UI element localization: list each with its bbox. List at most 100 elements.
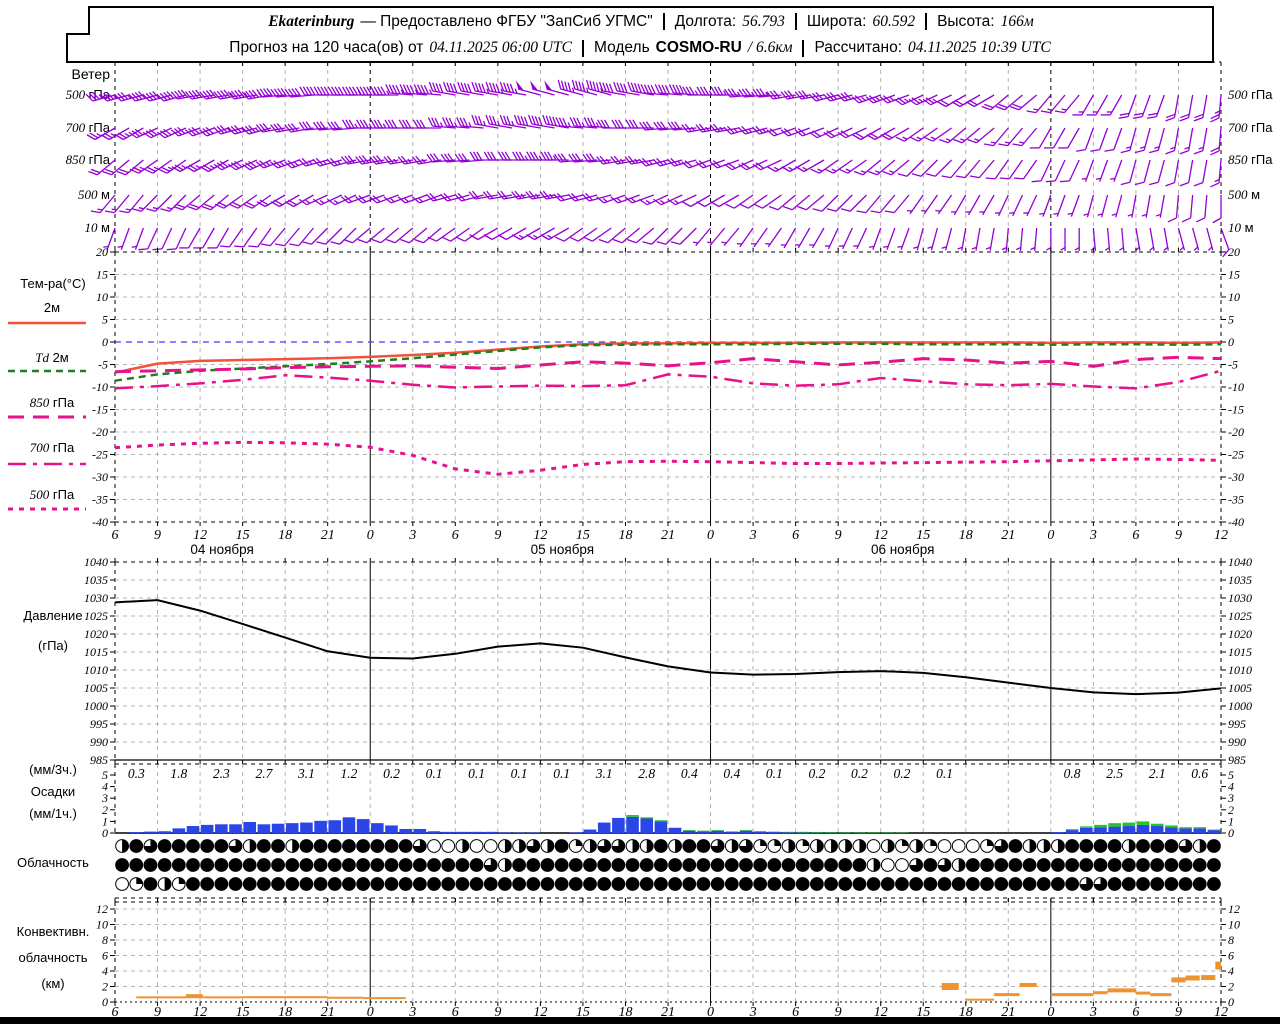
svg-text:3.1: 3.1 <box>297 766 315 781</box>
svg-text:0.2: 0.2 <box>383 766 400 781</box>
svg-text:1010: 1010 <box>84 663 108 677</box>
calc-time: 04.11.2025 10:39 UTC <box>908 39 1051 56</box>
svg-text:0.8: 0.8 <box>1064 766 1081 781</box>
svg-text:500 м: 500 м <box>1228 187 1260 202</box>
svg-text:0: 0 <box>707 528 714 543</box>
svg-text:1000: 1000 <box>1228 699 1252 713</box>
pressure-label-line1: Давление <box>23 608 83 623</box>
model-resolution: / 6.6км <box>747 39 793 56</box>
svg-text:-20: -20 <box>1228 425 1244 439</box>
svg-text:0.1: 0.1 <box>511 766 528 781</box>
precip-label-mm1h: (мм/1ч.) <box>29 806 77 821</box>
temp-series-700гПа <box>114 369 1222 390</box>
svg-text:3: 3 <box>1089 528 1097 543</box>
cloud-row-2 <box>115 858 1221 872</box>
svg-text:0: 0 <box>367 528 374 543</box>
svg-text:18: 18 <box>278 528 292 543</box>
wind-panel: 500 гПа 500 гПа700 гПа 700 гПа850 гПа 850 г… <box>66 61 1273 252</box>
svg-text:10: 10 <box>96 290 108 304</box>
time-axis-labels: 6 9 12 15 18 21 0 3 6 9 12 15 18 21 0 3 6 9 12 15 18 21 0 3 6 9 12… <box>112 528 1229 557</box>
wind-barbs-10м <box>103 227 1230 258</box>
temp-panel-title: Тем-ра(°C) <box>20 276 86 291</box>
svg-text:12: 12 <box>1214 528 1228 543</box>
svg-text:2.7: 2.7 <box>255 766 273 781</box>
svg-text:15: 15 <box>1228 268 1240 282</box>
svg-text:995: 995 <box>1228 717 1246 731</box>
svg-text:700 гПа: 700 гПа <box>30 440 75 455</box>
svg-text:0: 0 <box>102 995 108 1009</box>
svg-text:06 ноября: 06 ноября <box>871 542 934 557</box>
wind-barbs-500м <box>90 190 1222 224</box>
header-separator-icon <box>794 13 797 30</box>
cloud-row-3 <box>115 877 1221 891</box>
svg-text:0.1: 0.1 <box>766 766 783 781</box>
svg-text:990: 990 <box>90 735 108 749</box>
longitude-value: 56.793 <box>742 12 785 30</box>
svg-text:995: 995 <box>90 717 108 731</box>
svg-text:1000: 1000 <box>84 699 108 713</box>
svg-text:Td 2м: Td 2м <box>35 350 69 365</box>
svg-text:6: 6 <box>1228 949 1234 963</box>
svg-text:1040: 1040 <box>1228 555 1252 569</box>
pressure-panel <box>114 558 1222 761</box>
svg-text:5: 5 <box>1228 768 1234 782</box>
svg-text:-5: -5 <box>98 358 108 372</box>
svg-text:18: 18 <box>959 528 973 543</box>
svg-text:0.4: 0.4 <box>723 766 740 781</box>
svg-text:0.6: 0.6 <box>1191 766 1208 781</box>
svg-text:18: 18 <box>618 528 632 543</box>
svg-text:-35: -35 <box>1228 493 1244 507</box>
svg-text:10: 10 <box>1228 918 1240 932</box>
latitude-label: Широта: <box>806 12 867 30</box>
svg-text:-10: -10 <box>1228 380 1244 394</box>
svg-text:6: 6 <box>112 528 119 543</box>
svg-text:1010: 1010 <box>1228 663 1252 677</box>
svg-text:12: 12 <box>193 528 207 543</box>
svg-text:1035: 1035 <box>1228 573 1252 587</box>
precip-1h-bars <box>129 815 1221 833</box>
svg-text:2.1: 2.1 <box>1149 766 1166 781</box>
svg-text:15: 15 <box>576 528 590 543</box>
svg-text:1030: 1030 <box>1228 591 1252 605</box>
conv-label-line1: Конвективн. <box>16 924 90 939</box>
header-line-1: Ekaterinburg — Предоставлено ФГБУ "ЗапСи… <box>88 6 1214 35</box>
svg-text:985: 985 <box>1228 753 1246 767</box>
svg-text:700 гПа: 700 гПа <box>1228 120 1273 135</box>
meteogram-page: Ekaterinburg — Предоставлено ФГБУ "ЗапСи… <box>0 0 1280 1024</box>
pressure-label-line2: (гПа) <box>38 638 68 653</box>
svg-text:850 гПа: 850 гПа <box>1228 152 1273 167</box>
svg-text:500 гПа: 500 гПа <box>30 487 75 502</box>
svg-text:0: 0 <box>102 335 108 349</box>
conv-label-line3: (км) <box>41 976 65 991</box>
svg-text:2.3: 2.3 <box>213 766 230 781</box>
svg-text:-25: -25 <box>92 448 108 462</box>
svg-text:850 гПа: 850 гПа <box>66 152 111 167</box>
wind-panel-title: Ветер <box>71 66 111 82</box>
conv-segments <box>136 961 1221 1001</box>
svg-text:5: 5 <box>102 313 108 327</box>
conv-label-line2: облачность <box>18 950 88 965</box>
svg-text:-30: -30 <box>1228 470 1244 484</box>
svg-text:1015: 1015 <box>1228 645 1252 659</box>
model-label: Модель <box>594 39 650 56</box>
svg-text:20: 20 <box>96 245 108 259</box>
meteogram-plot: 500 гПа 500 гПа 700 гПа 700 гПа 850 гПа 850 г… <box>0 61 1280 1024</box>
svg-text:21: 21 <box>1001 528 1015 543</box>
svg-text:500 м: 500 м <box>78 187 110 202</box>
precip-label-title: Осадки <box>30 784 76 799</box>
svg-text:12: 12 <box>874 528 888 543</box>
header-separator-icon <box>925 13 928 30</box>
svg-text:15: 15 <box>236 528 250 543</box>
precip-panel <box>114 760 1222 834</box>
temp-legend: 2м Td 2м 850 гПа 700 гПа 500 гПа <box>8 300 86 511</box>
station-name: Ekaterinburg <box>268 12 355 30</box>
svg-text:9: 9 <box>835 528 842 543</box>
svg-text:850 гПа: 850 гПа <box>30 395 75 410</box>
provider-text: — Предоставлено ФГБУ "ЗапСиб УГМС" <box>360 12 653 30</box>
svg-text:-30: -30 <box>92 470 108 484</box>
svg-text:1005: 1005 <box>84 681 108 695</box>
svg-text:0.2: 0.2 <box>808 766 825 781</box>
svg-text:1005: 1005 <box>1228 681 1252 695</box>
forecast-label: Прогноз на 120 часа(ов) от <box>229 39 424 56</box>
svg-text:0.2: 0.2 <box>894 766 911 781</box>
